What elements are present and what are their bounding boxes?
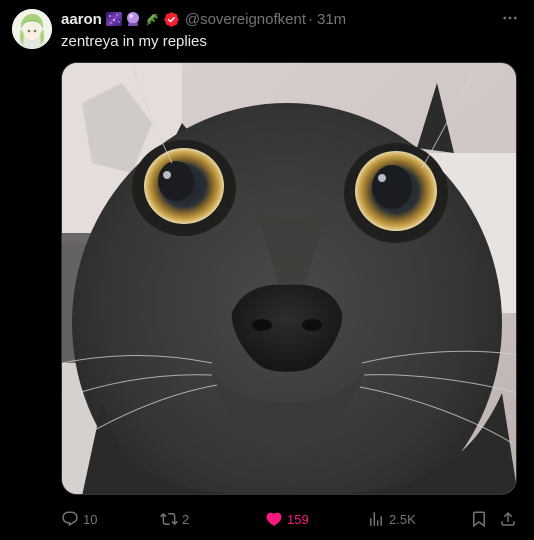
repost-icon xyxy=(160,512,178,526)
avatar-image xyxy=(12,9,52,49)
crystal-ball-emoji-icon xyxy=(125,11,141,27)
reply-count: 10 xyxy=(83,511,98,527)
timestamp[interactable]: 31m xyxy=(317,11,346,28)
galaxy-emoji-icon xyxy=(105,11,122,27)
avatar[interactable] xyxy=(12,9,52,49)
bookmark-button[interactable] xyxy=(470,508,488,530)
repost-button[interactable]: 2 xyxy=(160,508,189,530)
tweet-text: zentreya in my replies xyxy=(61,33,207,50)
views-button[interactable]: 2.5K xyxy=(367,508,416,530)
share-button[interactable] xyxy=(499,508,517,530)
display-name[interactable]: aaron xyxy=(61,11,102,28)
analytics-icon xyxy=(370,512,382,526)
heart-filled-icon xyxy=(266,512,282,526)
view-count: 2.5K xyxy=(389,511,416,527)
separator-dot: · xyxy=(308,10,313,28)
cat-photo-image xyxy=(62,63,516,494)
tweet-photo[interactable] xyxy=(61,62,517,495)
share-icon xyxy=(501,511,515,526)
reply-icon xyxy=(62,511,78,527)
like-count: 159 xyxy=(287,511,309,527)
tweet-header: aaron @sovereignofkent · 31m xyxy=(61,9,346,29)
tweet: aaron @sovereignofkent · 31m zentreya in… xyxy=(0,0,534,540)
verified-badge-icon[interactable] xyxy=(163,11,180,28)
more-options-button[interactable] xyxy=(500,8,520,28)
bookmark-icon xyxy=(473,511,485,528)
like-button[interactable]: 159 xyxy=(265,508,309,530)
reply-button[interactable]: 10 xyxy=(61,508,97,530)
more-dots-icon xyxy=(503,16,517,20)
herb-emoji-icon xyxy=(144,11,160,27)
user-handle[interactable]: @sovereignofkent xyxy=(185,11,306,28)
repost-count: 2 xyxy=(182,511,190,527)
tweet-actions: 10 2 159 2.5K xyxy=(61,508,522,530)
